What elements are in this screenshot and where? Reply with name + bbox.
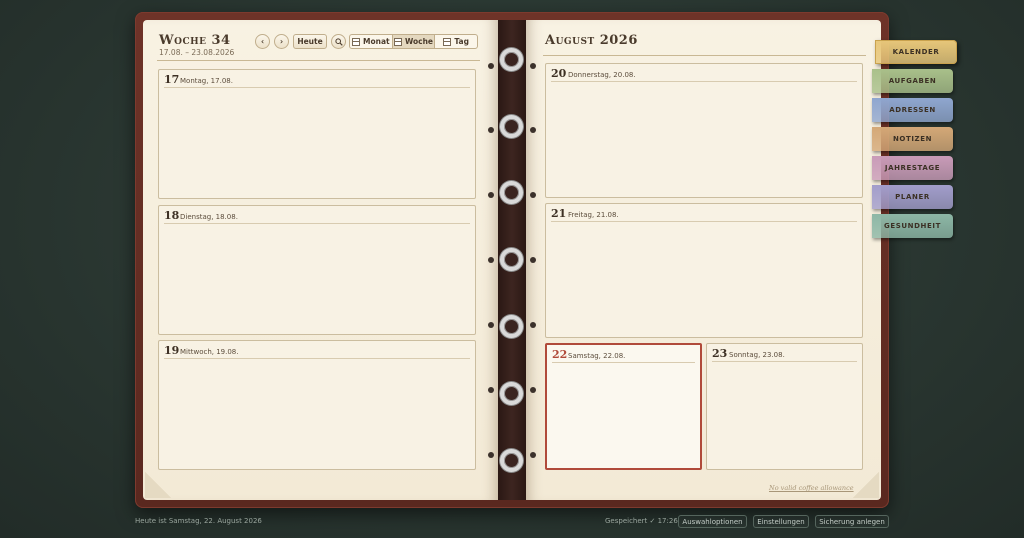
chevron-right-icon: ›: [279, 37, 284, 46]
day-number: 20: [551, 67, 567, 80]
today-button[interactable]: Heute: [293, 34, 327, 49]
tab-planer[interactable]: PLANER: [872, 185, 953, 209]
binder-ring: [500, 115, 523, 138]
prev-week-button[interactable]: ‹: [255, 34, 270, 49]
today-status: Heute ist Samstag, 22. August 2026: [135, 517, 262, 525]
punch-hole: [488, 127, 494, 133]
tab-adressen[interactable]: ADRESSEN: [872, 98, 953, 122]
binder-ring: [500, 248, 523, 271]
day-number: 22: [552, 348, 568, 361]
header-rule: [157, 60, 480, 61]
day-box-friday[interactable]: 21 Freitag, 21.08.: [545, 203, 863, 338]
view-day-label: Tag: [454, 37, 469, 46]
month-title: August 2026: [545, 33, 638, 48]
punch-hole: [530, 127, 536, 133]
day-rule: [552, 362, 695, 363]
binder-ring: [500, 48, 523, 71]
tab-notizen[interactable]: NOTIZEN: [872, 127, 953, 151]
punch-hole: [488, 63, 494, 69]
day-name: Freitag, 21.08.: [568, 211, 619, 219]
punch-hole: [530, 63, 536, 69]
day-number: 23: [712, 347, 728, 360]
punch-hole: [530, 387, 536, 393]
punch-hole: [488, 452, 494, 458]
footer-note: No valid coffee allowance: [769, 484, 854, 492]
punch-hole: [530, 192, 536, 198]
search-icon: [334, 37, 343, 46]
view-week-tab[interactable]: Woche: [392, 35, 436, 48]
chevron-left-icon: ‹: [260, 37, 265, 46]
tab-gesundheit[interactable]: GESUNDHEIT: [872, 214, 953, 238]
view-day-tab[interactable]: Tag: [435, 35, 477, 48]
day-rule: [164, 223, 470, 224]
tab-kalender[interactable]: KALENDER: [875, 40, 957, 64]
day-box-tuesday[interactable]: 18 Dienstag, 18.08.: [158, 205, 476, 335]
punch-hole: [530, 322, 536, 328]
day-box-wednesday[interactable]: 19 Mittwoch, 19.08.: [158, 340, 476, 470]
day-box-monday[interactable]: 17 Montag, 17.08.: [158, 69, 476, 199]
day-name: Sonntag, 23.08.: [729, 351, 785, 359]
day-box-sunday[interactable]: 23 Sonntag, 23.08.: [706, 343, 863, 470]
options-button[interactable]: Auswahloptionen: [678, 515, 747, 528]
next-week-button[interactable]: ›: [274, 34, 289, 49]
view-week-label: Woche: [404, 37, 434, 46]
day-box-saturday-today[interactable]: 22 Samstag, 22.08.: [545, 343, 702, 470]
page-corner: [853, 472, 879, 498]
calendar-week-icon: [393, 37, 402, 46]
binder-ring: [500, 382, 523, 405]
view-month-label: Monat: [363, 37, 390, 46]
settings-button[interactable]: Einstellungen: [753, 515, 809, 528]
day-number: 21: [551, 207, 567, 220]
day-number: 18: [164, 209, 180, 222]
day-rule: [551, 81, 857, 82]
punch-hole: [530, 257, 536, 263]
day-name: Dienstag, 18.08.: [180, 213, 238, 221]
week-title: Woche 34: [159, 33, 231, 48]
binder-ring: [500, 181, 523, 204]
day-number: 19: [164, 344, 180, 357]
day-name: Donnerstag, 20.08.: [568, 71, 636, 79]
header-rule: [543, 55, 866, 56]
day-rule: [164, 87, 470, 88]
view-switcher: Monat Woche Tag: [349, 34, 478, 49]
search-button[interactable]: [331, 34, 346, 49]
day-rule: [712, 361, 857, 362]
day-name: Montag, 17.08.: [180, 77, 233, 85]
day-rule: [164, 358, 470, 359]
punch-hole: [488, 387, 494, 393]
day-rule: [551, 221, 857, 222]
calendar-day-icon: [443, 37, 452, 46]
tab-jahrestage[interactable]: JAHRESTAGE: [872, 156, 953, 180]
binder-ring: [500, 449, 523, 472]
view-month-tab[interactable]: Monat: [350, 35, 393, 48]
save-status: Gespeichert ✓ 17:26: [605, 517, 678, 525]
day-name: Samstag, 22.08.: [568, 352, 626, 360]
binder-ring: [500, 315, 523, 338]
punch-hole: [530, 452, 536, 458]
tab-aufgaben[interactable]: AUFGABEN: [872, 69, 953, 93]
punch-hole: [488, 257, 494, 263]
week-range: 17.08. – 23.08.2026: [159, 48, 235, 57]
backup-button[interactable]: Sicherung anlegen: [815, 515, 889, 528]
calendar-month-icon: [352, 37, 361, 46]
day-box-thursday[interactable]: 20 Donnerstag, 20.08.: [545, 63, 863, 198]
page-corner: [145, 472, 171, 498]
day-number: 17: [164, 73, 180, 86]
punch-hole: [488, 322, 494, 328]
day-name: Mittwoch, 19.08.: [180, 348, 239, 356]
punch-hole: [488, 192, 494, 198]
